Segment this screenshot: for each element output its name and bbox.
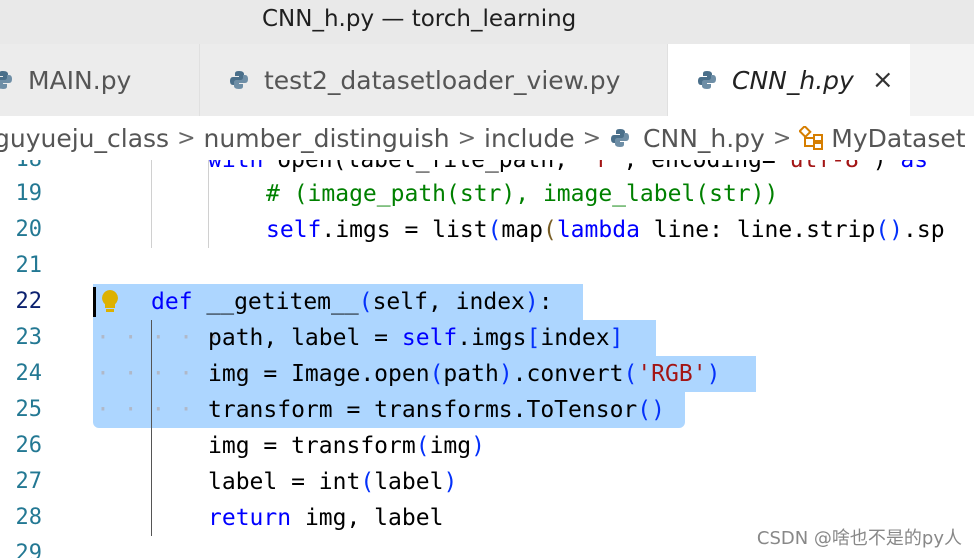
code-text: path, label = self.imgs[index]: [208, 325, 624, 351]
line-number: 25: [15, 397, 43, 422]
tab-label: MAIN.py: [28, 65, 132, 95]
chevron-right-icon: >: [457, 125, 477, 151]
code-comment: # (image_path(str), image_label(str)): [266, 181, 779, 207]
line-number: 21: [15, 253, 43, 278]
lightbulb-icon[interactable]: [99, 288, 121, 316]
breadcrumb-folder-guyueju-class[interactable]: guyueju_class: [0, 124, 169, 153]
tab-label: CNN_h.py: [732, 65, 854, 95]
breadcrumb: guyueju_class > number_distinguish > inc…: [0, 116, 974, 160]
code-text: label = int(label): [208, 469, 458, 495]
tab-main-py[interactable]: MAIN.py: [0, 44, 200, 116]
code-text: return img, label: [208, 505, 444, 531]
class-symbol-icon: [799, 126, 824, 150]
tab-test2-datasetloader-view[interactable]: test2_datasetloader_view.py: [200, 44, 668, 116]
code-text: def __getitem__(self, index):: [151, 289, 553, 315]
code-line: 26 img = transform(img): [0, 428, 974, 464]
breadcrumb-file-label: CNN_h.py: [643, 123, 765, 153]
line-number: 20: [15, 217, 43, 242]
chevron-right-icon: >: [177, 125, 196, 151]
code-line: 22 def __getitem__(self, index):: [0, 284, 974, 320]
tab-label: test2_datasetloader_view.py: [264, 65, 621, 95]
title-bar: CNN_h.py — torch_learning: [0, 0, 974, 44]
code-text: img = transform(img): [208, 433, 485, 459]
breadcrumb-folder-include[interactable]: include: [484, 124, 575, 153]
code-text: self.imgs = list(map(lambda line: line.s…: [266, 217, 945, 243]
code-line: 19 # (image_path(str), image_label(str)): [0, 176, 974, 212]
line-number: 24: [15, 361, 43, 386]
code-line: 21: [0, 248, 974, 284]
close-tab-icon[interactable]: ×: [872, 65, 894, 95]
code-text: img = Image.open(path).convert('RGB'): [208, 361, 721, 387]
line-number: 26: [15, 433, 43, 458]
python-file-icon: [230, 71, 248, 89]
breadcrumb-class[interactable]: MyDataset: [799, 123, 966, 153]
chevron-right-icon: >: [582, 125, 602, 151]
breadcrumb-file[interactable]: CNN_h.py: [609, 124, 765, 153]
code-text: transform = transforms.ToTensor(): [208, 397, 665, 423]
code-line: 20 self.imgs = list(map(lambda line: lin…: [0, 212, 974, 248]
code-line: 24 · · · · · · img = Image.open(path).co…: [0, 356, 974, 392]
chevron-right-icon: >: [772, 125, 792, 151]
code-line: 27 label = int(label): [0, 464, 974, 500]
breadcrumb-folder-number-distinguish[interactable]: number_distinguish: [204, 124, 450, 153]
python-file-icon: [611, 129, 630, 147]
line-number: 28: [15, 505, 43, 530]
line-number: 29: [15, 541, 43, 558]
tab-bar: MAIN.py test2_datasetloader_view.py CNN_…: [0, 44, 974, 116]
code-line: 23 · · · · · · path, label = self.imgs[i…: [0, 320, 974, 356]
watermark: CSDN @啥也不是的py人: [756, 528, 962, 549]
tab-cnn-h-py[interactable]: CNN_h.py ×: [668, 44, 910, 116]
breadcrumb-class-label: MyDataset: [831, 123, 966, 153]
line-number: 23: [15, 325, 43, 350]
line-number: 22: [15, 289, 43, 314]
line-number: 27: [15, 469, 43, 494]
python-file-icon: [698, 71, 716, 89]
code-editor[interactable]: 18 with open(label_file_path, 'r', encod…: [0, 160, 974, 558]
python-file-icon: [0, 71, 12, 89]
window-title: CNN_h.py — torch_learning: [262, 6, 577, 32]
line-number: 19: [15, 181, 43, 206]
code-line: 25 · · · · · · transform = transforms.To…: [0, 392, 974, 428]
